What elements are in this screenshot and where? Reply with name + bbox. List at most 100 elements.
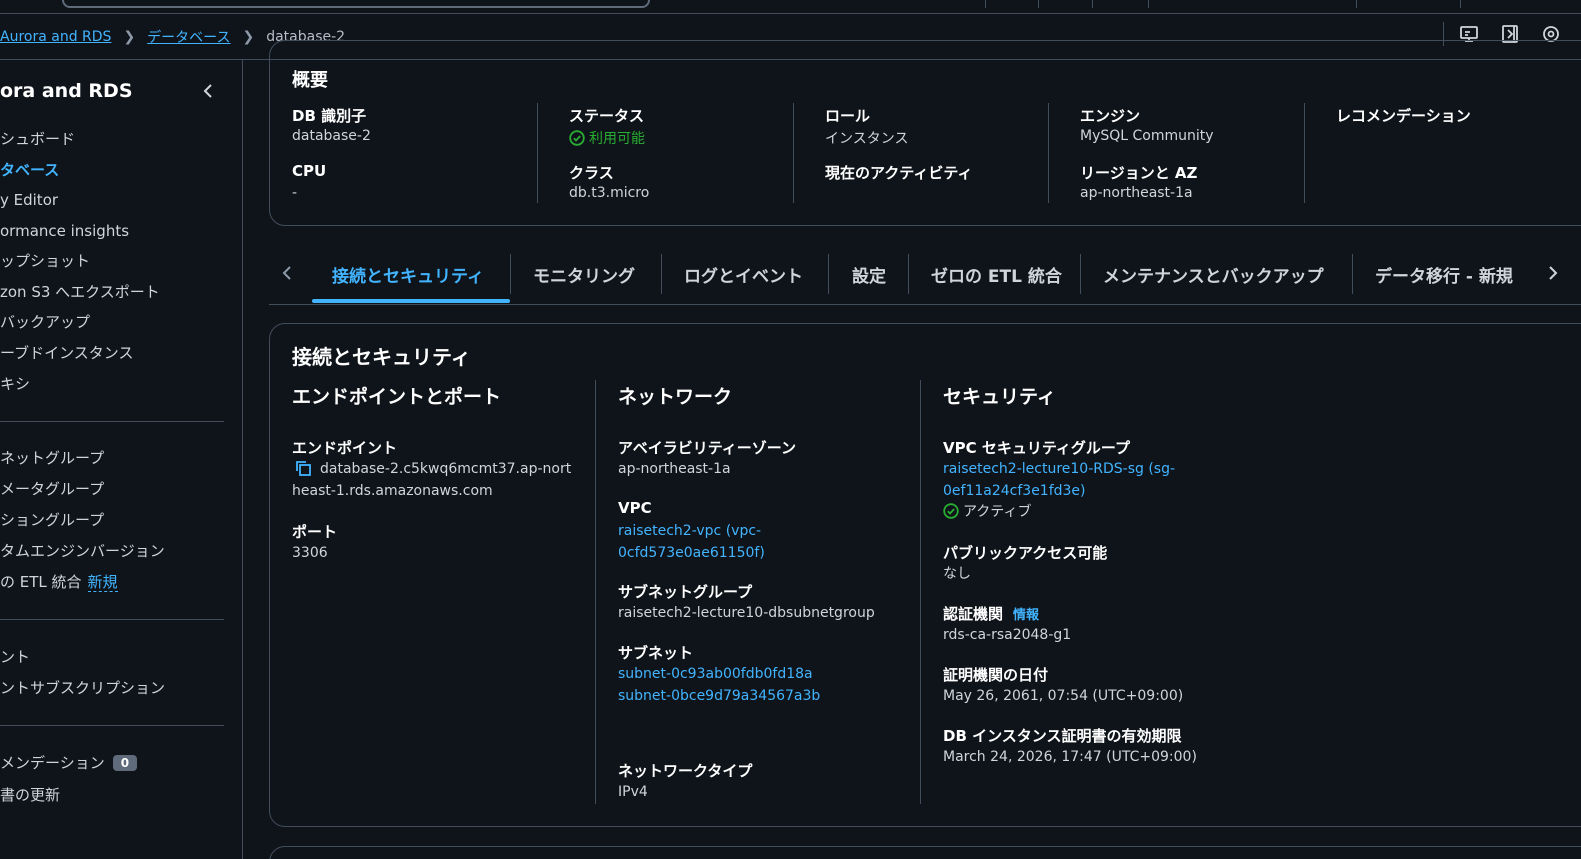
recommendations-label: レコメンデーション: [1336, 107, 1471, 125]
sidebar-item-custom-engine-versions[interactable]: タムエンジンバージョン: [0, 540, 165, 561]
active-tab-indicator: [312, 299, 510, 303]
region-label: リージョンと AZ: [1080, 164, 1198, 182]
copy-icon[interactable]: [294, 459, 312, 477]
engine-value: MySQL Community: [1080, 128, 1214, 144]
divider: [0, 619, 224, 620]
network-type-label: ネットワークタイプ: [618, 762, 753, 780]
tab-data-migration[interactable]: データ移行 - 新規: [1375, 262, 1513, 287]
endpoint-line-2: heast-1.rds.amazonaws.com: [292, 483, 493, 499]
connectivity-title: 接続とセキュリティ: [292, 345, 471, 369]
tab-logs-events[interactable]: ログとイベント: [684, 262, 803, 287]
tab-connectivity-security[interactable]: 接続とセキュリティ: [332, 262, 484, 287]
search-box[interactable]: [62, 0, 650, 8]
tab-maintenance-backup[interactable]: メンテナンスとバックアップ: [1103, 262, 1324, 287]
endpoint-line-1: database-2.c5kwq6mcmt37.ap-nort: [320, 461, 572, 477]
divider: [1048, 103, 1049, 203]
sidebar-item-zero-etl[interactable]: の ETL 統合 新規: [0, 571, 118, 592]
subnets-label: サブネット: [618, 644, 694, 662]
security-group-link-line-2[interactable]: 0ef11a24cf3e1fd3e): [943, 480, 1086, 502]
divider: [985, 0, 986, 8]
top-navigation-strip: [0, 0, 1581, 14]
az-value: ap-northeast-1a: [618, 461, 731, 477]
class-value: db.t3.micro: [569, 185, 650, 201]
subnet-link[interactable]: subnet-0c93ab00fdb0fd18a: [618, 663, 813, 685]
chevron-left-icon[interactable]: [281, 264, 295, 287]
sidebar-item-performance-insights[interactable]: ormance insights: [0, 222, 129, 240]
subnet-link[interactable]: subnet-0bce9d79a34567a3b: [618, 685, 820, 707]
summary-title: 概要: [292, 70, 328, 91]
vpc-link-line-1[interactable]: raisetech2-vpc (vpc-: [618, 520, 761, 542]
divider: [1092, 0, 1093, 8]
summary-column-status: ステータス 利用可能 クラス db.t3.micro: [537, 103, 793, 203]
endpoint-label: エンドポイント: [292, 439, 398, 457]
security-section-title: セキュリティ: [943, 386, 1056, 408]
tab-zero-etl[interactable]: ゼロの ETL 統合: [931, 262, 1062, 287]
network-section-title: ネットワーク: [618, 386, 733, 408]
sidebar-item-databases[interactable]: タベース: [0, 159, 59, 180]
divider: [908, 254, 909, 294]
detail-tabs: 接続とセキュリティ モニタリング ログとイベント 設定 ゼロの ETL 統合 メ…: [269, 248, 1581, 305]
divider: [1356, 0, 1357, 8]
connectivity-security-panel: 接続とセキュリティ エンドポイントとポート エンドポイント database-2…: [269, 323, 1581, 827]
sidebar-item-proxies[interactable]: キシ: [0, 373, 30, 394]
chevron-right-icon[interactable]: [1545, 264, 1559, 287]
sidebar-item-events[interactable]: ント: [0, 646, 30, 667]
sidebar-item-option-groups[interactable]: ショングループ: [0, 509, 104, 530]
divider: [1352, 254, 1353, 294]
divider: [595, 380, 596, 804]
vpc-label: VPC: [618, 499, 652, 517]
summary-column-engine: エンジン MySQL Community リージョンと AZ ap-northe…: [1048, 103, 1304, 203]
tab-configuration[interactable]: 設定: [852, 262, 886, 287]
info-link[interactable]: 情報: [1013, 608, 1039, 623]
az-label: アベイラビリティーゾーン: [618, 439, 797, 457]
chevron-left-icon[interactable]: [200, 82, 218, 100]
sidebar-item-subnet-groups[interactable]: ネットグループ: [0, 447, 104, 468]
public-access-label: パブリックアクセス可能: [943, 544, 1108, 562]
port-value: 3306: [292, 545, 328, 561]
divider: [1460, 0, 1461, 8]
ca-date-label: 証明機関の日付: [943, 666, 1049, 684]
check-circle-icon: [569, 130, 585, 146]
db-id-label: DB 識別子: [292, 107, 367, 125]
sidebar-item-snapshots[interactable]: ップショット: [0, 250, 90, 271]
cpu-value: -: [292, 185, 298, 201]
endpoint-section-title: エンドポイントとポート: [292, 386, 502, 408]
role-label: ロール: [825, 107, 871, 125]
sidebar-item-event-subscriptions[interactable]: ントサブスクリプション: [0, 677, 165, 698]
divider: [920, 380, 921, 804]
divider: [1038, 0, 1039, 8]
divider: [793, 103, 794, 203]
check-circle-icon: [943, 503, 959, 519]
security-group-label: VPC セキュリティグループ: [943, 439, 1131, 457]
engine-label: エンジン: [1080, 107, 1141, 125]
public-access-value: なし: [943, 566, 971, 582]
ca-label-text: 認証機関: [943, 605, 1004, 623]
sidebar-item-query-editor[interactable]: y Editor: [0, 191, 58, 209]
sidebar-item-recommendations[interactable]: メンデーション 0: [0, 752, 138, 773]
breadcrumb-databases-link[interactable]: データベース: [147, 27, 230, 47]
cpu-label: CPU: [292, 162, 327, 180]
divider: [0, 421, 224, 422]
tab-monitoring[interactable]: モニタリング: [533, 262, 635, 287]
sidebar-item-backups[interactable]: バックアップ: [0, 311, 90, 332]
divider: [661, 254, 662, 294]
sidebar-item-certificate-update[interactable]: 書の更新: [0, 784, 60, 805]
divider: [828, 254, 829, 294]
sidebar-item-reserved-instances[interactable]: ーブドインスタンス: [0, 342, 134, 363]
ca-value: rds-ca-rsa2048-g1: [943, 627, 1072, 643]
ca-label: 認証機関 情報: [943, 603, 1039, 624]
vpc-link-line-2[interactable]: 0cfd573e0ae61150f): [618, 542, 765, 564]
breadcrumb-root-link[interactable]: Aurora and RDS: [0, 29, 111, 45]
sidebar-item-parameter-groups[interactable]: メータグループ: [0, 478, 104, 499]
sidebar-item-s3-export[interactable]: zon S3 へエクスポート: [0, 281, 160, 302]
chevron-right-icon: ❯: [242, 29, 255, 45]
network-type-value: IPv4: [618, 784, 648, 800]
security-group-link-line-1[interactable]: raisetech2-lecture10-RDS-sg (sg-: [943, 458, 1175, 480]
sidebar-item-dashboard[interactable]: シュボード: [0, 128, 75, 149]
next-panel: [269, 846, 1581, 859]
port-label: ポート: [292, 523, 338, 541]
divider: [1148, 0, 1149, 8]
db-id-value: database-2: [292, 128, 371, 144]
region-value: ap-northeast-1a: [1080, 185, 1193, 201]
summary-panel: 概要 DB 識別子 database-2 CPU - ステータス 利用可能 クラ…: [269, 40, 1581, 226]
